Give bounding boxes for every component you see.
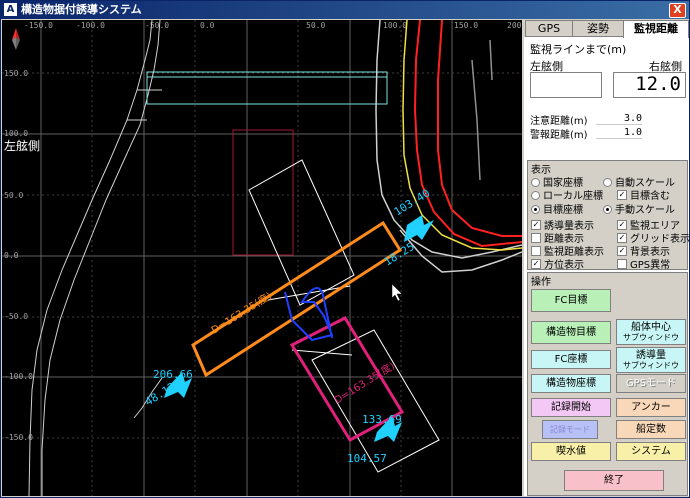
tab-attitude[interactable]: 姿勢 xyxy=(572,20,624,37)
warning-label: 警報距離(m) xyxy=(530,130,588,141)
hull-center-subwindow-button[interactable]: 船体中心 サブウィンドウ xyxy=(616,319,686,345)
fc-target-button[interactable]: FC目標 xyxy=(531,289,611,312)
anchor-label: 206.66 xyxy=(153,368,193,381)
tab-gps[interactable]: GPS xyxy=(525,20,573,37)
x-tick-label: -150.0 xyxy=(24,21,53,30)
anchor-labels: 103.40 18.25 206.66 48.12 133.69 104.57 xyxy=(143,186,433,465)
hull-fc-label: D=163.35(度) xyxy=(209,289,274,337)
map-view[interactable]: -150.0 -100.0 -50.0 0.0 50.0 100.0 150.0… xyxy=(2,20,522,496)
checkbox-checked-icon: ✓ xyxy=(617,233,627,243)
y-tick-label: -150.0 xyxy=(4,433,33,442)
checkbox-checked-icon: ✓ xyxy=(531,220,541,230)
x-tick-label: 200.0 xyxy=(507,21,522,30)
y-tick-label: 0.0 xyxy=(4,251,19,260)
side-label: 左舷側 xyxy=(4,138,40,153)
check-label: GPS異常 xyxy=(630,260,671,271)
fc-coord-button[interactable]: FC座標 xyxy=(531,350,611,369)
system-button[interactable]: システム xyxy=(616,442,686,461)
warning-value[interactable]: 1.0 xyxy=(596,127,642,139)
display-group: 表示 国家座標 ローカル座標 目標座標 自動スケール ✓ 目標含む 手動スケール … xyxy=(527,160,690,271)
x-tick-label: 100.0 xyxy=(383,21,407,30)
checkbox-checked-icon: ✓ xyxy=(531,259,541,269)
checkbox-icon xyxy=(531,233,541,243)
draft-button[interactable]: 喫水値 xyxy=(531,442,611,461)
radio-target-coord[interactable]: 目標座標 xyxy=(531,201,583,216)
caution-label: 注意距離(m) xyxy=(530,116,588,127)
radio-local-coord[interactable]: ローカル座標 xyxy=(531,187,603,202)
coastline-right xyxy=(375,20,522,273)
record-start-button[interactable]: 記録開始 xyxy=(531,398,611,417)
check-gps-error[interactable]: GPS異常 xyxy=(617,256,670,271)
grid-minor xyxy=(2,20,522,496)
monitor-area xyxy=(146,71,388,105)
app-icon: A xyxy=(4,3,17,16)
title-bar: A 構造物据付誘導システム X xyxy=(1,1,689,19)
radio-manual-scale[interactable]: 手動スケール xyxy=(603,201,675,216)
x-tick-label: -100.0 xyxy=(76,21,105,30)
checkbox-checked-icon: ✓ xyxy=(617,190,627,200)
tab-monitor-distance[interactable]: 監視距離 xyxy=(623,20,689,38)
app-window: A 構造物据付誘導システム X -150.0 -100.0 -50.0 0.0 … xyxy=(0,0,690,498)
x-tick-label: 150.0 xyxy=(454,21,478,30)
button-label: 誘導量 xyxy=(636,349,666,361)
button-sublabel: サブウィンドウ xyxy=(623,332,679,342)
check-target-include[interactable]: ✓ 目標含む xyxy=(617,187,670,202)
anchor-label: 104.57 xyxy=(347,452,387,465)
record-mode-button[interactable]: 記録モード xyxy=(542,420,598,439)
caution-value[interactable]: 3.0 xyxy=(596,113,642,125)
checkbox-icon xyxy=(617,259,627,269)
anchor-button[interactable]: アンカー xyxy=(616,398,686,417)
x-tick-label: 0.0 xyxy=(200,21,215,30)
check-label: 方位表示 xyxy=(544,260,584,271)
y-tick-label: 150.0 xyxy=(4,69,28,78)
y-tick-label: 100.0 xyxy=(4,129,28,138)
radio-selected-icon xyxy=(531,204,540,214)
checkbox-checked-icon: ✓ xyxy=(617,220,627,230)
anchor-label: 133.69 xyxy=(362,413,402,426)
anchor-arrow-icon xyxy=(404,215,434,242)
coastline-left xyxy=(28,20,163,496)
radio-label: 手動スケール xyxy=(615,205,675,216)
close-button[interactable]: X xyxy=(669,3,686,18)
axis-labels: -150.0 -100.0 -50.0 0.0 50.0 100.0 150.0… xyxy=(4,21,522,442)
y-tick-label: 50.0 xyxy=(4,191,23,200)
radio-icon xyxy=(531,190,540,200)
anchor-label: 18.25 xyxy=(382,240,417,269)
target-area xyxy=(232,129,294,256)
radio-icon xyxy=(531,177,540,187)
anchor-label: 48.12 xyxy=(143,380,178,409)
tab-strip: GPS 姿勢 監視距離 xyxy=(524,20,689,38)
monitor-heading: 監視ラインまで(m) xyxy=(530,43,627,56)
north-arrow-icon xyxy=(12,28,20,50)
button-label: 船体中心 xyxy=(631,321,671,333)
checkbox-checked-icon: ✓ xyxy=(617,246,627,256)
radio-selected-icon xyxy=(603,204,612,214)
ship-constant-button[interactable]: 船定数 xyxy=(616,420,686,439)
map-canvas[interactable]: -150.0 -100.0 -50.0 0.0 50.0 100.0 150.0… xyxy=(2,20,522,496)
radio-icon xyxy=(603,177,612,187)
radio-label: 目標座標 xyxy=(543,205,583,216)
right-distance-box: 12.0 xyxy=(613,72,686,98)
operations-group: 操作 FC目標 構造物目標 船体中心 サブウィンドウ FC座標 誘導量 サブウィ… xyxy=(527,272,688,496)
structure-target-button[interactable]: 構造物目標 xyxy=(531,321,611,344)
x-tick-label: 50.0 xyxy=(306,21,325,30)
ops-heading: 操作 xyxy=(531,277,551,288)
exit-button[interactable]: 終了 xyxy=(564,470,664,491)
button-sublabel: サブウィンドウ xyxy=(623,360,679,370)
control-panel: GPS 姿勢 監視距離 監視ラインまで(m) 左舷側 右舷側 12.0 注意距離… xyxy=(524,20,690,496)
left-distance-box xyxy=(530,72,602,98)
right-distance-value: 12.0 xyxy=(635,73,681,95)
check-bearing-display[interactable]: ✓ 方位表示 xyxy=(531,256,584,271)
x-tick-label: -50.0 xyxy=(145,21,169,30)
y-tick-label: -100.0 xyxy=(4,372,33,381)
structure-coord-button[interactable]: 構造物座標 xyxy=(531,374,611,393)
hull-struct-label: D=163.35(度) xyxy=(332,359,397,407)
window-title: 構造物据付誘導システム xyxy=(21,3,142,16)
checkbox-icon xyxy=(531,246,541,256)
gps-mode-button[interactable]: GPSモード xyxy=(616,374,686,393)
guide-amount-subwindow-button[interactable]: 誘導量 サブウィンドウ xyxy=(616,347,686,373)
y-tick-label: -50.0 xyxy=(4,312,28,321)
grid xyxy=(2,20,522,496)
